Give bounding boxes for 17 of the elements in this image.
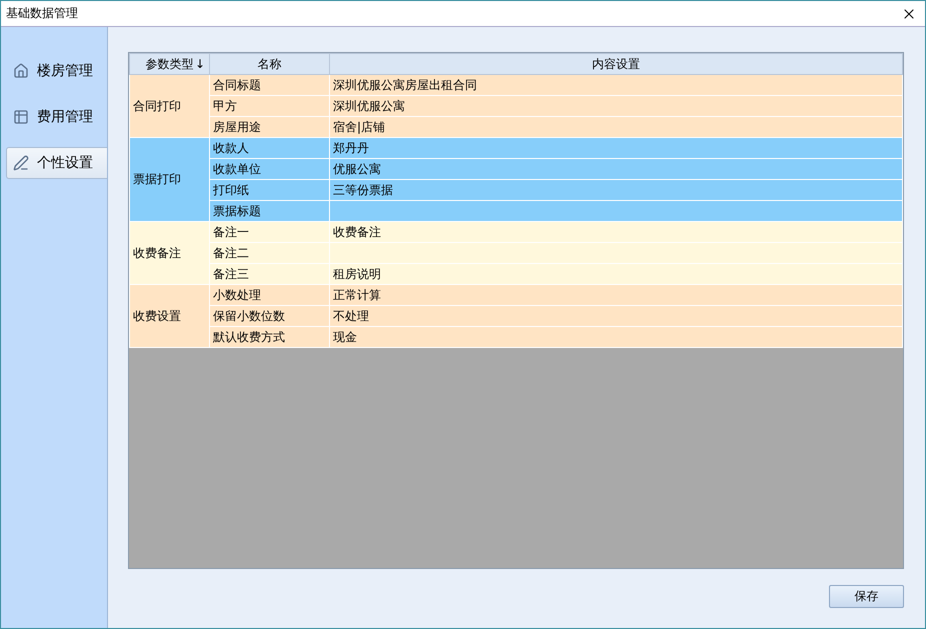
house-icon (13, 63, 29, 79)
table-cell: 现金 (330, 326, 902, 348)
table-cell: 收费备注 (130, 222, 210, 284)
table-cell: 合同打印 (130, 74, 210, 138)
window-title: 基础数据管理 (6, 5, 78, 22)
column-header[interactable]: 内容设置 (330, 54, 902, 74)
sidebar-item[interactable]: 楼房管理 (6, 55, 107, 87)
pen-icon (13, 155, 29, 171)
table-cell: 票据打印 (130, 138, 210, 222)
column-header[interactable]: 参数类型↓ (130, 54, 210, 74)
table-cell: 默认收费方式 (210, 326, 330, 348)
table-cell: 收费设置 (130, 284, 210, 348)
table-icon (13, 109, 29, 125)
sidebar-item[interactable]: 个性设置 (6, 147, 107, 179)
save-button[interactable]: 保存 (829, 585, 904, 608)
column-header[interactable]: 名称 (210, 54, 330, 74)
sidebar-item[interactable]: 费用管理 (6, 101, 107, 133)
